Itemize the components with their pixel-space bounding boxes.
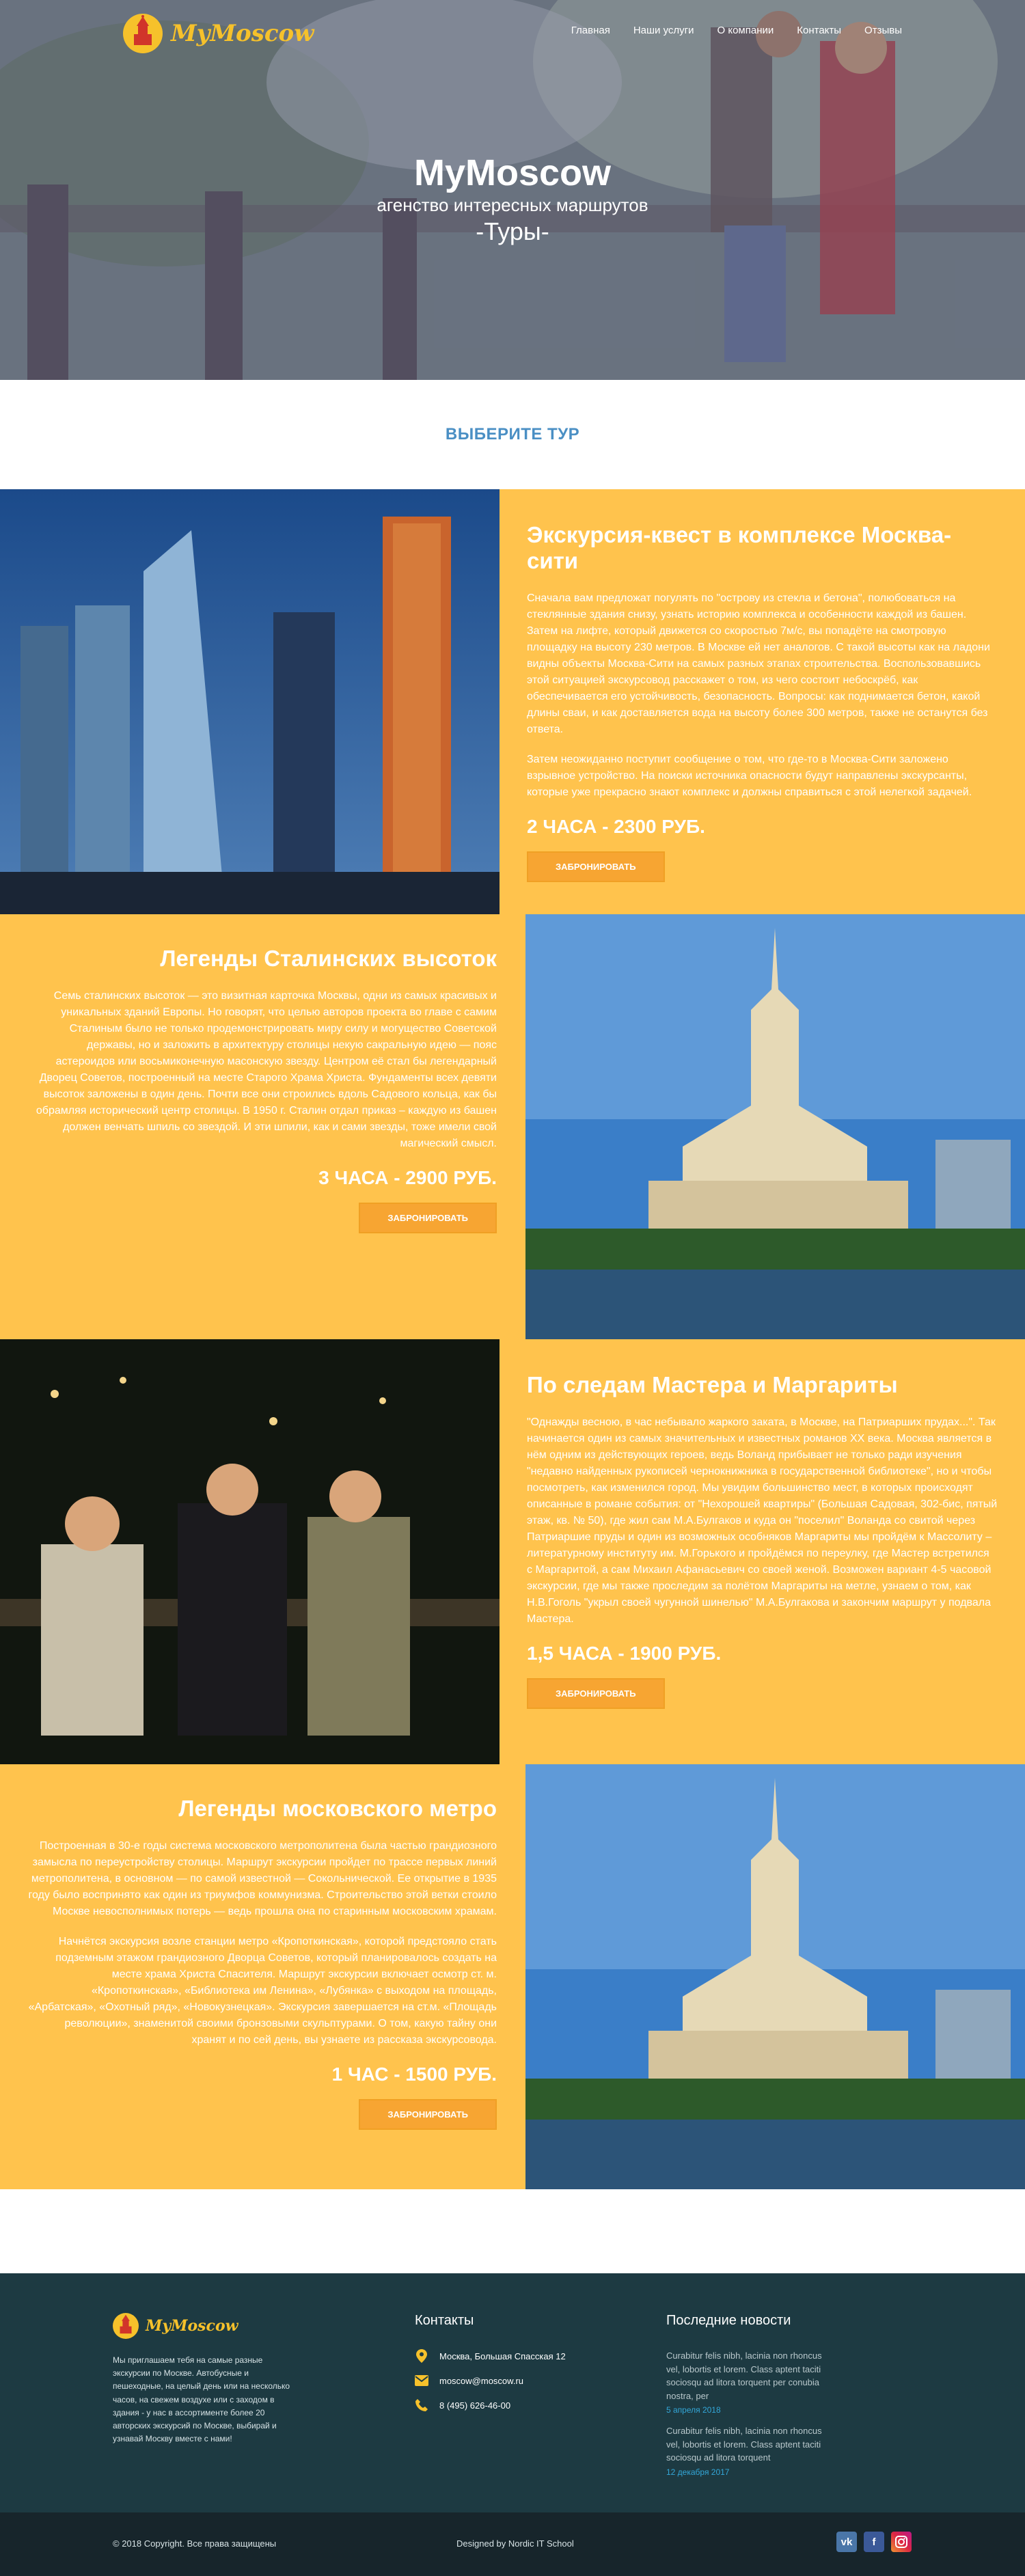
news-date: 5 апреля 2018	[666, 2405, 721, 2415]
choose-tour-section: ВЫБЕРИТЕ ТУР	[0, 380, 1025, 489]
footer-logo-text: MyMoscow	[146, 2317, 238, 2335]
bottom-bar: © 2018 Copyright. Все права защищены Des…	[0, 2512, 1025, 2576]
logo-text: MyMoscow	[171, 20, 314, 47]
kremlin-logo-icon	[123, 14, 163, 53]
contact-phone[interactable]: 8 (495) 626-46-00	[415, 2398, 566, 2412]
menu-item-services[interactable]: Наши услуги	[633, 25, 694, 36]
tour-description: Экскурсия-квест в комплексе Москва-сити …	[500, 489, 1025, 914]
tour-paragraph: Затем неожиданно поступит сообщение о то…	[527, 754, 972, 798]
tour-title: По следам Мастера и Маргариты	[527, 1372, 898, 1397]
tour-price: 1 ЧАС - 1500 РУБ.	[331, 2064, 497, 2085]
menu-item-home[interactable]: Главная	[571, 25, 610, 36]
tour-card: Экскурсия-квест в комплексе Москва-сити …	[0, 489, 1025, 914]
footer: MyMoscow Мы приглашаем тебя на самые раз…	[0, 2273, 1025, 2512]
footer-news: Последние новости Curabitur felis nibh, …	[666, 2313, 837, 2486]
news-date: 12 декабря 2017	[666, 2467, 730, 2477]
footer-contacts: Контакты Москва, Большая Спасская 12 mos…	[415, 2313, 566, 2423]
section-title: ВЫБЕРИТЕ ТУР	[445, 425, 580, 443]
menu-item-contacts[interactable]: Контакты	[797, 25, 841, 36]
copyright: © 2018 Copyright. Все права защищены	[113, 2538, 277, 2549]
designed-by: Designed by Nordic IT School	[456, 2538, 574, 2549]
book-button[interactable]: ЗАБРОНИРОВАТЬ	[527, 851, 665, 882]
kremlin-logo-icon	[113, 2313, 139, 2339]
tour-title: Легенды Сталинских высоток	[160, 946, 497, 971]
tour-paragraph: "Однажды весною, в час небывало жаркого …	[527, 1416, 998, 1625]
contact-address: Москва, Большая Спасская 12	[415, 2349, 566, 2363]
main-menu: Главная Наши услуги О компании Контакты …	[571, 25, 902, 36]
tour-description: Легенды Сталинских высоток Семь сталинск…	[0, 914, 525, 1339]
social-links: vk f	[836, 2532, 912, 2552]
footer-about: MyMoscow Мы приглашаем тебя на самые раз…	[113, 2313, 297, 2445]
contacts-title: Контакты	[415, 2313, 474, 2328]
tour-paragraph: Начнётся экскурсия возле станции метро «…	[28, 1936, 497, 2046]
stalin-highrise-photo	[525, 1764, 1025, 2189]
instagram-icon[interactable]	[891, 2532, 912, 2552]
footer-about-text: Мы приглашаем тебя на самые разные экску…	[113, 2355, 290, 2444]
news-text[interactable]: Curabitur felis nibh, lacinia non rhoncu…	[666, 2424, 837, 2465]
news-text[interactable]: Curabitur felis nibh, lacinia non rhoncu…	[666, 2349, 837, 2402]
book-button[interactable]: ЗАБРОНИРОВАТЬ	[359, 1203, 497, 1233]
tour-title: Экскурсия-квест в комплексе Москва-сити	[527, 522, 952, 573]
top-nav: MyMoscow Главная Наши услуги О компании …	[0, 0, 1025, 61]
map-pin-icon	[415, 2349, 428, 2363]
hero-title: MyMoscow	[413, 152, 612, 193]
mail-icon	[415, 2374, 428, 2387]
book-button[interactable]: ЗАБРОНИРОВАТЬ	[359, 2099, 497, 2130]
tour-paragraph: Построенная в 30-е годы система московск…	[28, 1840, 497, 1917]
tour-price: 1,5 ЧАСА - 1900 РУБ.	[527, 1643, 722, 1664]
stalin-highrise-photo	[525, 914, 1025, 1339]
tour-description: Легенды московского метро Построенная в …	[0, 1764, 525, 2189]
phone-icon	[415, 2398, 428, 2412]
hero-tagline: -Туры-	[476, 217, 549, 245]
menu-item-reviews[interactable]: Отзывы	[864, 25, 902, 36]
address-text: Москва, Большая Спасская 12	[439, 2351, 566, 2361]
tour-description: По следам Мастера и Маргариты "Однажды в…	[500, 1339, 1025, 1764]
tour-price: 2 ЧАСА - 2300 РУБ.	[527, 816, 705, 837]
tour-paragraph: Семь сталинских высоток — это визитная к…	[36, 990, 497, 1149]
email-text: moscow@moscow.ru	[439, 2375, 524, 2386]
vk-icon[interactable]: vk	[836, 2532, 857, 2552]
book-button[interactable]: ЗАБРОНИРОВАТЬ	[527, 1678, 665, 1709]
tour-title: Легенды московского метро	[178, 1796, 497, 1821]
footer-logo[interactable]: MyMoscow	[113, 2313, 297, 2339]
logo[interactable]: MyMoscow	[123, 14, 314, 53]
facebook-icon[interactable]: f	[864, 2532, 884, 2552]
news-title: Последние новости	[666, 2313, 791, 2328]
phone-text: 8 (495) 626-46-00	[439, 2400, 511, 2411]
tour-paragraph: Сначала вам предложат погулять по "остро…	[527, 592, 990, 735]
menu-item-about[interactable]: О компании	[718, 25, 774, 36]
tour-card: Легенды московского метро Построенная в …	[0, 1764, 1025, 2189]
contact-email[interactable]: moscow@moscow.ru	[415, 2374, 566, 2387]
hero-subtitle: агенство интересных маршрутов	[377, 195, 648, 215]
hero-banner: MyMoscow Главная Наши услуги О компании …	[0, 0, 1025, 380]
tour-price: 3 ЧАСА - 2900 РУБ.	[318, 1167, 497, 1188]
moscow-city-photo	[0, 489, 500, 914]
tour-card: Легенды Сталинских высоток Семь сталинск…	[0, 914, 1025, 1339]
tour-card: По следам Мастера и Маргариты "Однажды в…	[0, 1339, 1025, 1764]
master-margarita-photo	[0, 1339, 500, 1764]
